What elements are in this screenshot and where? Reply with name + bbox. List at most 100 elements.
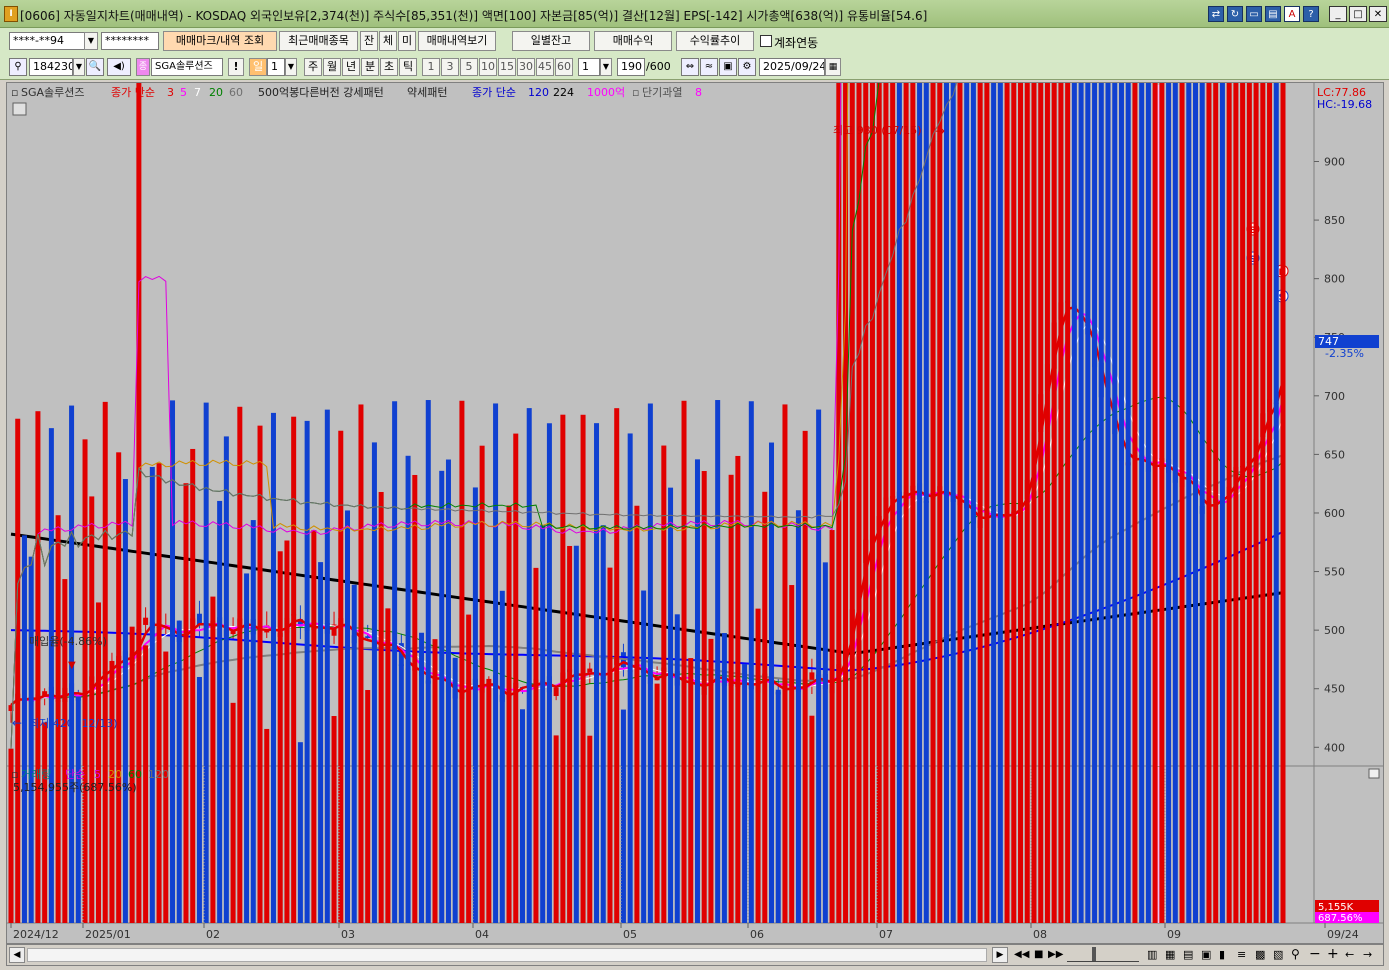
stock-search-icon[interactable]: ⚲ [9,58,27,76]
indicator-icon[interactable]: ≈ [700,58,718,76]
scroll-right-icon[interactable]: ▶ [992,947,1008,963]
y-tick-label-650: 650 [1324,448,1345,461]
forward-icon[interactable]: ▶▶ [1048,947,1063,963]
trade-profit-button[interactable]: 매매수익 [594,31,672,51]
count-field[interactable]: 190 [617,58,645,76]
unexecuted-button[interactable]: 미 [398,31,416,51]
period-button-5[interactable]: 틱 [399,58,417,76]
speaker-icon[interactable]: ◀) [107,58,131,76]
refresh-icon[interactable]: ↻ [1227,6,1243,22]
trade-history-button[interactable]: 매매내역보기 [418,31,496,51]
zoom-slider-thumb[interactable] [1092,947,1096,961]
stock-code-field[interactable]: 184230 [29,58,73,76]
table-icon[interactable]: ▧ [1273,947,1287,963]
save-icon[interactable]: ▣ [719,58,737,76]
grid-toggle-icon[interactable] [12,102,27,116]
volume-bar [196,676,202,923]
volume-bar [1092,0,1098,923]
stock-code-dropdown-icon[interactable]: ▼ [73,58,85,76]
volume-bar [890,0,896,923]
split-icon[interactable]: ▣ [1201,947,1215,963]
recent-trades-button[interactable]: 최근매매종목 [279,31,358,51]
volume-bar [351,584,357,923]
stock-name-field[interactable]: SGA솔루션즈 [151,58,223,76]
interval-value-field[interactable]: 1 [578,58,600,76]
zoom-search-icon[interactable]: ⚲ [1291,946,1305,962]
close-button[interactable]: ✕ [1369,6,1387,22]
list-icon[interactable]: ≡ [1237,947,1251,963]
period-day-button[interactable]: 일 [249,58,267,76]
account-link-checkbox[interactable] [760,35,772,47]
alert-icon[interactable]: ! [228,58,244,76]
x-tick-label-8: 08 [1033,928,1047,941]
period-dropdown-icon[interactable]: ▼ [285,58,297,76]
volume-bar [270,412,276,923]
chart-scrollbar[interactable]: ◀ ▶ ◀◀ ■ ▶▶ ▥ ▦ ▤ ▣ ▮ ≡ ▩ ▧ ⚲ − + ← → [6,944,1384,966]
account-dropdown-icon[interactable]: ▼ [84,32,98,50]
zoom-in-icon[interactable]: + [1327,946,1341,962]
maximize-button[interactable]: □ [1349,6,1367,22]
balance-button[interactable]: 잔 [360,31,378,51]
return-trend-button[interactable]: 수익률추이 [676,31,754,51]
volume-bar [1267,0,1273,923]
volume-bar [291,416,297,923]
volume-bar [331,716,337,923]
period-button-3[interactable]: 분 [361,58,379,76]
period-button-4[interactable]: 초 [380,58,398,76]
volume-bar [553,735,559,923]
bar-icon[interactable]: ▥ [1147,947,1161,963]
interval-button-3[interactable]: 10 [479,58,497,76]
chart-type-icon[interactable]: ▩ [1255,947,1269,963]
layout-icon[interactable]: ▤ [1183,947,1197,963]
volume-bar [1172,0,1178,923]
interval-button-4[interactable]: 15 [498,58,516,76]
move-icon[interactable]: ⇔ [681,58,699,76]
settings-gear-icon[interactable]: ⚙ [738,58,756,76]
vol-legend-ma60: 60 [128,768,142,781]
volume-bar [943,0,949,923]
interval-button-2[interactable]: 5 [460,58,478,76]
link-icon[interactable]: ⇄ [1208,6,1224,22]
vol-panel-close-icon[interactable] [1368,768,1380,779]
interval-button-6[interactable]: 45 [536,58,554,76]
interval-button-1[interactable]: 3 [441,58,459,76]
password-field[interactable]: ******** [101,32,159,50]
trade-mark-query-button[interactable]: 매매마크/내역 조회 [163,31,277,51]
minimize-button[interactable]: _ [1329,6,1347,22]
executed-button[interactable]: 체 [379,31,397,51]
print-icon[interactable]: ▤ [1265,6,1281,22]
daily-balance-button[interactable]: 일별잔고 [512,31,590,51]
period-button-2[interactable]: 년 [342,58,360,76]
calendar-icon[interactable]: ▦ [825,58,841,76]
volume-bar [183,483,189,923]
grid-icon[interactable]: ▦ [1165,947,1179,963]
volume-bar [1105,0,1111,923]
volume-bar [452,657,458,923]
magnifier-icon[interactable]: 🔍 [86,58,104,76]
chart-area[interactable]: BBSS 90085080075070065060055050045040050… [6,0,1384,944]
volume-bar [345,510,351,923]
chart-svg[interactable]: BBSS 90085080075070065060055050045040050… [7,0,1383,943]
date-field[interactable]: 2025/09/24 [759,58,825,76]
zoom-out-icon[interactable]: − [1309,946,1323,962]
stop-icon[interactable]: ■ [1034,947,1046,963]
help-icon[interactable]: ? [1303,6,1319,22]
pan-left-icon[interactable]: ← [1345,947,1359,963]
period-value-field[interactable]: 1 [267,58,285,76]
zoom-slider[interactable] [1067,949,1139,962]
candle-icon[interactable]: ▮ [1219,947,1233,963]
interval-button-5[interactable]: 30 [517,58,535,76]
period-button-1[interactable]: 월 [323,58,341,76]
interval-dropdown-icon[interactable]: ▼ [600,58,612,76]
interval-button-7[interactable]: 60 [555,58,573,76]
pan-right-icon[interactable]: → [1363,947,1377,963]
scroll-track[interactable] [27,948,987,962]
font-icon[interactable]: A [1284,6,1300,22]
stock-badge: 종 [136,58,150,76]
rewind-icon[interactable]: ◀◀ [1014,947,1029,963]
screen-icon[interactable]: ▭ [1246,6,1262,22]
period-button-0[interactable]: 주 [304,58,322,76]
scroll-left-icon[interactable]: ◀ [9,947,25,963]
buy-arrow-icon: ▼ [68,660,76,671]
interval-button-0[interactable]: 1 [422,58,440,76]
